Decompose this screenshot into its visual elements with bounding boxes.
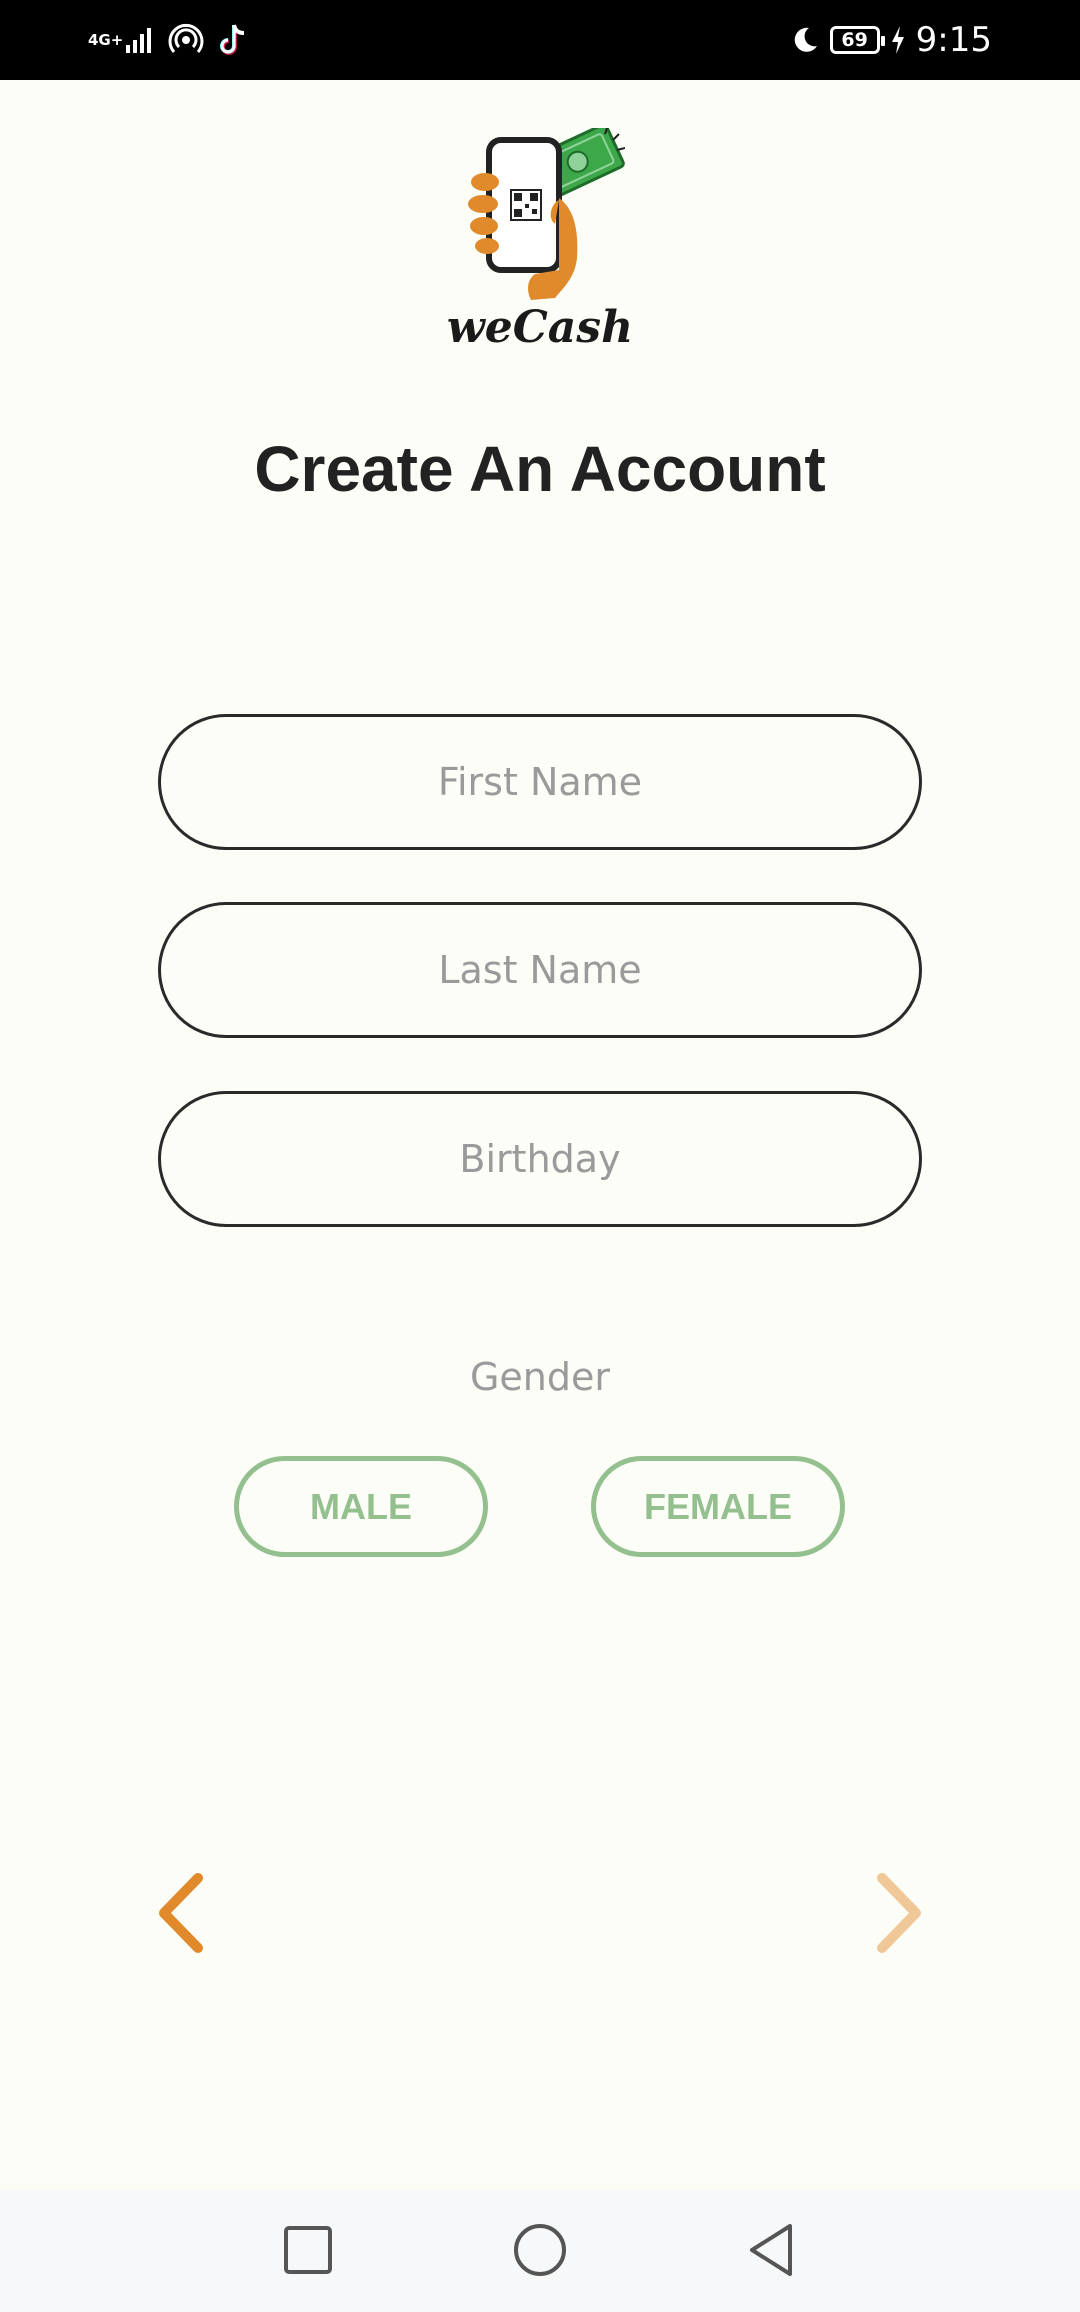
qr-icon — [510, 189, 542, 221]
brand-name: weCash — [446, 302, 634, 353]
battery-level: 69 — [841, 29, 868, 51]
system-nav-bar — [0, 2190, 1080, 2312]
male-button[interactable]: MALE — [234, 1456, 488, 1557]
chevron-right-icon[interactable] — [868, 1870, 928, 1956]
hotspot-icon — [168, 23, 204, 53]
network-type: 4G+ — [88, 31, 124, 49]
female-button[interactable]: FEMALE — [591, 1456, 845, 1557]
chevron-left-icon[interactable] — [152, 1870, 212, 1956]
charging-icon — [891, 26, 904, 54]
clock: 9:15 — [915, 20, 992, 60]
status-bar: 4G+ 69 9:15 — [0, 0, 1080, 80]
first-name-input[interactable] — [158, 714, 922, 850]
tiktok-icon — [220, 24, 245, 55]
status-right: 69 9:15 — [790, 18, 992, 62]
page-title: Create An Account — [254, 433, 826, 505]
last-name-input[interactable] — [158, 902, 922, 1038]
circle-icon[interactable] — [508, 2218, 572, 2282]
signal-icon — [126, 28, 151, 53]
moon-icon — [794, 27, 817, 52]
birthday-input[interactable] — [158, 1091, 922, 1227]
triangle-back-icon[interactable] — [740, 2218, 804, 2282]
gender-label: Gender — [469, 1355, 611, 1399]
square-icon[interactable] — [276, 2218, 340, 2282]
status-left: 4G+ — [88, 18, 248, 62]
battery-indicator: 69 — [829, 26, 885, 54]
